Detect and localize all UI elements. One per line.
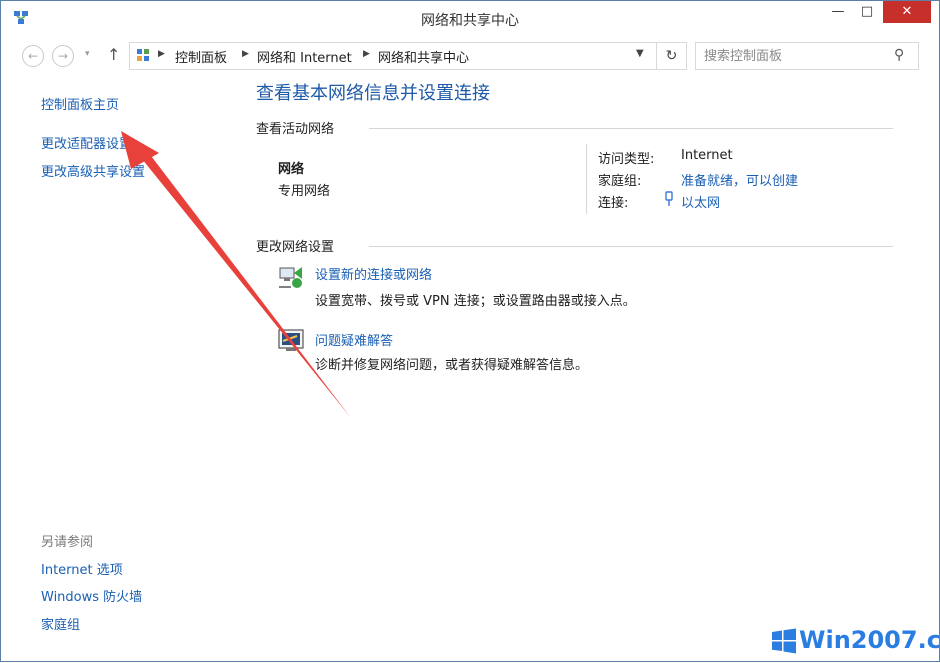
access-type-value: Internet xyxy=(681,148,733,163)
network-sharing-center-window: 网络和共享中心 — □ ✕ ← → ▾ ↑ ▶ 控制面板 ▶ 网络和 Inter… xyxy=(0,0,940,662)
breadcrumb-network-internet[interactable]: 网络和 Internet xyxy=(257,47,352,66)
homegroup-label: 家庭组: xyxy=(598,174,642,189)
watermark: Win2007.com xyxy=(771,624,940,663)
minimize-button[interactable]: — xyxy=(824,1,852,23)
back-button[interactable]: ← xyxy=(22,45,44,67)
search-icon[interactable]: ⚲ xyxy=(894,47,904,63)
address-dropdown-icon[interactable]: ▼ xyxy=(636,48,644,59)
search-box[interactable]: ⚲ xyxy=(695,42,919,70)
recent-locations-dropdown[interactable]: ▾ xyxy=(85,49,90,59)
breadcrumb-control-panel[interactable]: 控制面板 xyxy=(175,47,227,66)
maximize-button[interactable]: □ xyxy=(853,1,881,23)
see-also-homegroup[interactable]: 家庭组 xyxy=(41,614,80,633)
windows-logo-icon xyxy=(772,628,796,654)
window-title: 网络和共享中心 xyxy=(421,13,519,29)
annotation-arrow-icon xyxy=(121,131,351,418)
search-input[interactable] xyxy=(704,47,884,65)
see-also-windows-firewall[interactable]: Windows 防火墙 xyxy=(41,586,142,605)
address-bar[interactable]: ▶ 控制面板 ▶ 网络和 Internet ▶ 网络和共享中心 ▼ ↻ xyxy=(129,42,687,70)
see-also-heading: 另请参阅 xyxy=(41,535,94,550)
breadcrumb-separator-icon: ▶ xyxy=(158,49,165,59)
breadcrumb-separator-icon: ▶ xyxy=(242,49,249,59)
network-info-divider xyxy=(586,144,587,214)
ethernet-icon xyxy=(665,191,673,206)
page-title: 查看基本网络信息并设置连接 xyxy=(256,83,490,104)
refresh-icon[interactable]: ↻ xyxy=(656,43,686,69)
section-divider xyxy=(369,128,893,129)
see-also-internet-options[interactable]: Internet 选项 xyxy=(41,559,123,578)
section-divider xyxy=(369,246,893,247)
forward-button[interactable]: → xyxy=(52,45,74,67)
breadcrumb-separator-icon: ▶ xyxy=(363,49,370,59)
control-panel-icon xyxy=(137,49,149,61)
watermark-text: Win2007.com xyxy=(799,626,940,654)
close-button[interactable]: ✕ xyxy=(883,1,931,23)
homegroup-link[interactable]: 准备就绪，可以创建 xyxy=(681,170,798,189)
navigation-bar: ← → ▾ ↑ ▶ 控制面板 ▶ 网络和 Internet ▶ 网络和共享中心 … xyxy=(1,39,939,71)
access-type-label: 访问类型: xyxy=(598,152,655,167)
up-button[interactable]: ↑ xyxy=(107,45,120,64)
ethernet-connection-link[interactable]: 以太网 xyxy=(681,192,720,211)
title-bar[interactable]: 网络和共享中心 — □ ✕ xyxy=(1,1,939,35)
sidebar-control-panel-home[interactable]: 控制面板主页 xyxy=(41,94,119,113)
breadcrumb-network-sharing-center[interactable]: 网络和共享中心 xyxy=(378,47,469,66)
connections-label: 连接: xyxy=(598,196,629,211)
